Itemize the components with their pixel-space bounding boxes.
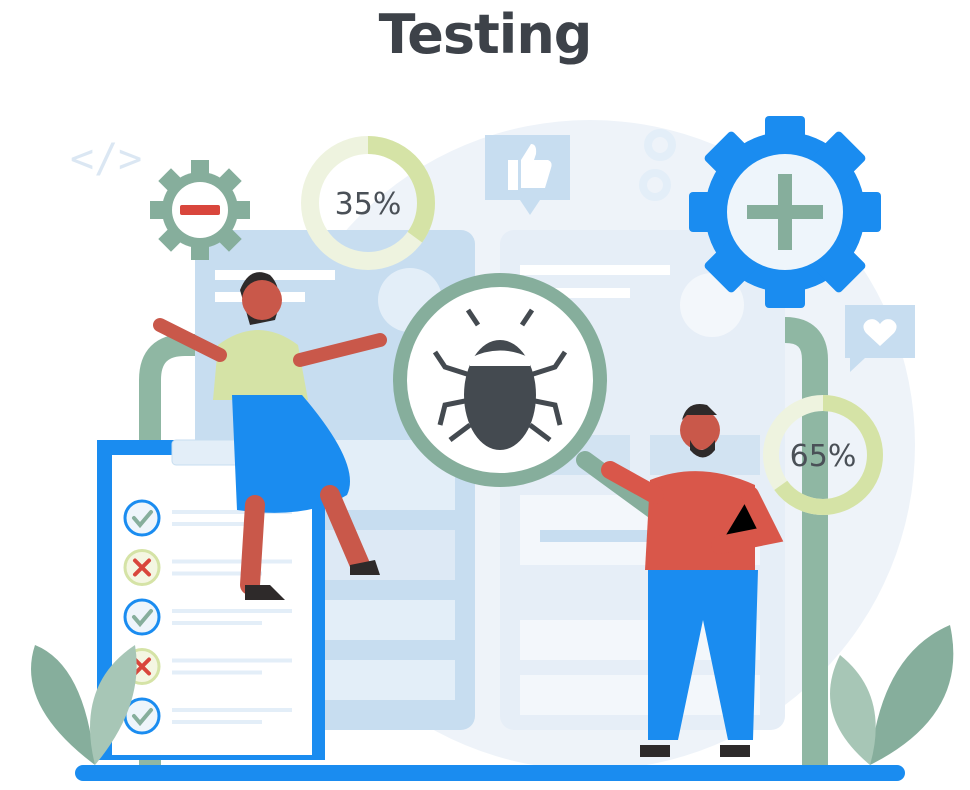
gear-plus-icon	[689, 116, 881, 308]
progress-label-35: 35%	[335, 187, 402, 222]
code-icon: </>	[70, 136, 142, 182]
gear-minus-icon	[150, 160, 250, 260]
testing-illustration: </> 35% 65%	[31, 116, 954, 781]
progress-label-65: 65%	[790, 439, 857, 474]
ground-bar	[75, 765, 905, 781]
